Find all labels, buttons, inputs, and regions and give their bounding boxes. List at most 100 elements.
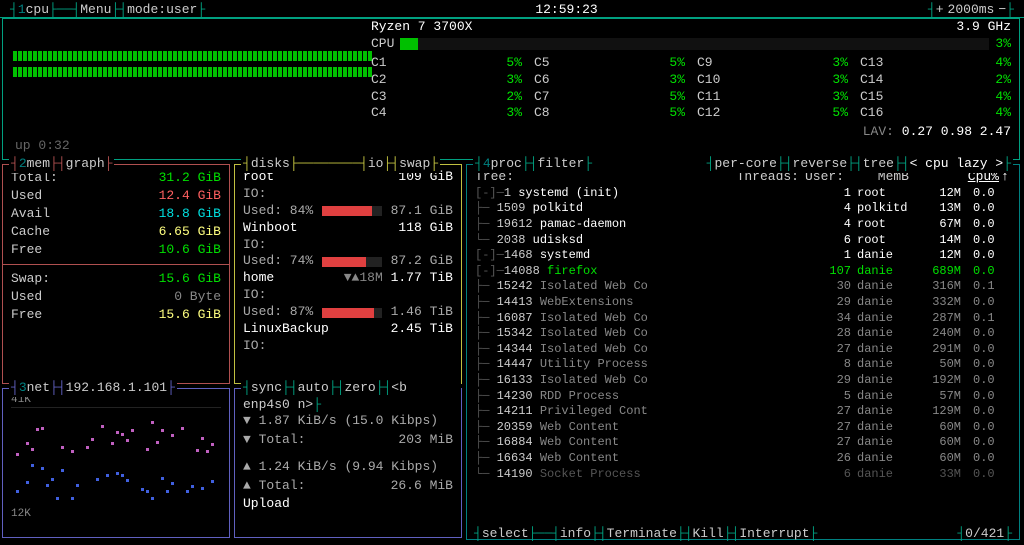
net-label[interactable]: net	[27, 380, 50, 395]
proc-row[interactable]: [-]─14088 firefox 107 danie 689M 0.0	[475, 264, 1011, 280]
proc-row[interactable]: ├─ 1509 polkitd 4 polkitd 13M 0.0	[475, 201, 1011, 217]
proc-threads: 5	[781, 389, 851, 405]
swap-label: Swap:	[11, 271, 59, 288]
proc-label[interactable]: proc	[491, 156, 522, 171]
proc-row[interactable]: ├─ 16087 Isolated Web Co 34 danie 287M 0…	[475, 311, 1011, 327]
proc-cpu-bar: 0.0	[961, 420, 1011, 436]
disk-used-label: Used: 87%	[243, 304, 313, 321]
core-pct: 3%	[661, 72, 685, 89]
cpu-panel-label[interactable]: cpu	[26, 2, 49, 15]
update-minus-button[interactable]: −	[998, 2, 1006, 15]
proc-pid: 16634	[497, 451, 533, 465]
disks-tab-swap[interactable]: swap	[399, 156, 430, 171]
proc-row[interactable]: ├─ 20359 Web Content 27 danie 60M 0.0	[475, 420, 1011, 436]
update-plus-button[interactable]: +	[936, 2, 944, 15]
ul-total: 26.6 MiB	[391, 478, 453, 495]
upload-rate: 1.24 KiB/s (9.94 Kibps)	[259, 459, 438, 474]
tree-prefix: [-]─	[475, 186, 504, 200]
proc-row[interactable]: ├─ 16133 Isolated Web Co 29 danie 192M 0…	[475, 373, 1011, 389]
disk-used-row: Used: 87% 1.46 TiB	[243, 304, 453, 321]
proc-mem: 14M	[911, 233, 961, 249]
proc-name: Isolated Web Co	[540, 326, 648, 340]
proc-row[interactable]: ├─ 19612 pamac-daemon 4 root 67M 0.0	[475, 217, 1011, 233]
proc-cpu: 0.0	[973, 217, 995, 231]
footer-kill[interactable]: Kill	[693, 526, 724, 541]
proc-tab-reverse[interactable]: reverse	[793, 156, 848, 171]
proc-cpu-bar: 0.0	[961, 295, 1011, 311]
disk-size: 118 GiB	[398, 220, 453, 235]
disk-used-bar	[322, 308, 382, 318]
proc-row[interactable]: ├─ 15242 Isolated Web Co 30 danie 316M 0…	[475, 279, 1011, 295]
proc-tab-filter[interactable]: filter	[537, 156, 584, 171]
tree-prefix: ├─	[475, 420, 497, 434]
disks-tab-io[interactable]: io	[368, 156, 384, 171]
proc-row[interactable]: ├─ 14211 Privileged Cont 27 danie 129M 0…	[475, 404, 1011, 420]
proc-cpu: 0.0	[973, 201, 995, 215]
cpu-model: Ryzen 7 3700X	[371, 19, 472, 36]
proc-pid: 14088	[504, 264, 540, 278]
mem-row-value: 6.65 GiB	[151, 224, 221, 241]
proc-user: polkitd	[851, 201, 911, 217]
core-row: C10 3%	[697, 72, 848, 89]
core-pct: 3%	[498, 72, 522, 89]
menu-button[interactable]: Menu	[80, 2, 111, 15]
proc-row[interactable]: └─ 2038 udisksd 6 root 14M 0.0	[475, 233, 1011, 249]
core-label: C13	[860, 55, 884, 72]
proc-user: danie	[851, 435, 911, 451]
footer-interrupt[interactable]: Interrupt	[739, 526, 809, 541]
proc-row[interactable]: ├─ 14344 Isolated Web Co 27 danie 291M 0…	[475, 342, 1011, 358]
proc-cpu-bar: 0.0	[961, 264, 1011, 280]
mem-row: Avail 18.8 GiB	[11, 206, 221, 223]
uptime-label: up	[15, 138, 31, 153]
proc-pid: 19612	[497, 217, 533, 231]
mem-label[interactable]: mem	[27, 156, 50, 171]
proc-row[interactable]: ├─ 15342 Isolated Web Co 28 danie 240M 0…	[475, 326, 1011, 342]
footer-select[interactable]: select	[482, 526, 529, 541]
proc-row[interactable]: ├─ 14447 Utility Process 8 danie 50M 0.0	[475, 357, 1011, 373]
disks-label[interactable]: disks	[251, 156, 290, 171]
mode-label: mode:	[127, 2, 166, 15]
net-index: 3	[19, 380, 27, 395]
proc-cpu-bar: 0.0	[961, 404, 1011, 420]
proc-user: root	[851, 186, 911, 202]
proc-row[interactable]: ├─ 16884 Web Content 27 danie 60M 0.0	[475, 435, 1011, 451]
proc-row[interactable]: ├─ 16634 Web Content 26 danie 60M 0.0	[475, 451, 1011, 467]
update-interval: 2000ms	[948, 2, 995, 15]
proc-tab-percore[interactable]: per-core	[714, 156, 776, 171]
core-label: C4	[371, 105, 395, 122]
proc-user: danie	[851, 295, 911, 311]
dl-total-label: Total:	[259, 432, 306, 447]
footer-info[interactable]: info	[560, 526, 591, 541]
core-row: C5 5%	[534, 55, 685, 72]
core-label: C1	[371, 55, 395, 72]
proc-tab-tree[interactable]: tree	[863, 156, 894, 171]
mem-tab-graph[interactable]: graph	[66, 156, 105, 171]
net-tab-auto[interactable]: auto	[298, 380, 329, 395]
disk-item: root109 GiB IO: Used: 84% 87.1 GiB	[243, 169, 453, 220]
core-label: C12	[697, 105, 721, 122]
cpu-sparkline	[13, 49, 378, 83]
core-pct: 5%	[661, 89, 685, 106]
proc-user: danie	[851, 342, 911, 358]
proc-user: danie	[851, 420, 911, 436]
net-tab-zero[interactable]: zero	[344, 380, 375, 395]
proc-cpu: 0.0	[973, 389, 995, 403]
footer-terminate[interactable]: Terminate	[607, 526, 677, 541]
proc-row[interactable]: ├─ 14230 RDD Process 5 danie 57M 0.0	[475, 389, 1011, 405]
proc-cpu: 0.0	[973, 233, 995, 247]
proc-sort-mode[interactable]: < cpu lazy >	[910, 156, 1004, 171]
mem-row-value: 18.8 GiB	[151, 206, 221, 223]
proc-threads: 27	[781, 435, 851, 451]
proc-cpu-bar: 0.1	[961, 311, 1011, 327]
net-tab-sync[interactable]: sync	[251, 380, 282, 395]
proc-row[interactable]: ├─ 14413 WebExtensions 29 danie 332M 0.0	[475, 295, 1011, 311]
disk-used-size: 87.2 GiB	[391, 253, 453, 270]
proc-row[interactable]: [-]─1468 systemd 1 danie 12M 0.0	[475, 248, 1011, 264]
proc-row[interactable]: └─ 14190 Socket Process 6 danie 33M 0.0	[475, 467, 1011, 483]
mode-value[interactable]: user	[166, 2, 197, 15]
proc-row[interactable]: [-]─1 systemd (init) 1 root 12M 0.0	[475, 186, 1011, 202]
proc-user: danie	[851, 467, 911, 483]
core-label: C6	[534, 72, 558, 89]
mem-row: Cache 6.65 GiB	[11, 224, 221, 241]
core-pct: 3%	[824, 72, 848, 89]
